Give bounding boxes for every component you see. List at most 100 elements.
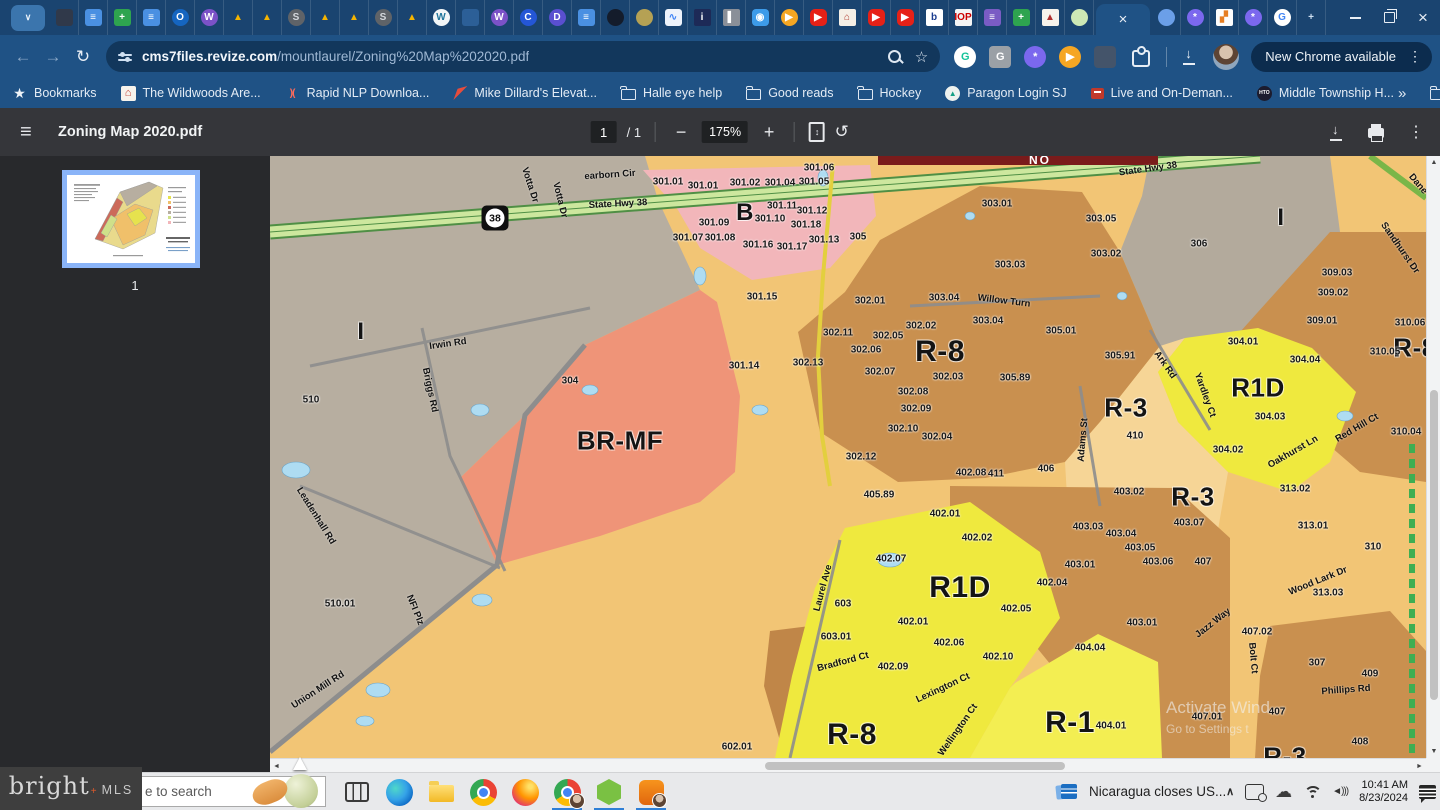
blank-tab[interactable]: [456, 0, 485, 35]
page-thumbnail[interactable]: [62, 170, 200, 268]
scroll-up-icon[interactable]: ▲: [1427, 156, 1440, 169]
bookmark-middle-township-h[interactable]: HTOMiddle Township H...: [1257, 86, 1394, 101]
youtube-icon[interactable]: ▶: [862, 0, 891, 35]
photo-app-icon[interactable]: ▞: [1210, 0, 1239, 35]
bookmark-good-reads[interactable]: Good reads: [746, 86, 833, 100]
scroll-left-icon[interactable]: ◄: [270, 759, 283, 773]
c-circle-icon[interactable]: C: [514, 0, 543, 35]
wifi-icon[interactable]: [1303, 785, 1321, 798]
bookmark-star-icon[interactable]: ☆: [915, 48, 928, 66]
minimize-button[interactable]: [1338, 0, 1372, 35]
firefox-button[interactable]: [504, 775, 546, 809]
all-bookmarks-button[interactable]: All Bookmarks: [1430, 86, 1440, 100]
google-icon[interactable]: G: [1268, 0, 1297, 35]
bookmark-mike-dillard-s-elevat[interactable]: Mike Dillard's Elevat...: [453, 86, 597, 100]
action-center-icon[interactable]: [1419, 785, 1436, 799]
zoom-out-button[interactable]: −: [670, 122, 692, 143]
drive-icon[interactable]: ▲: [398, 0, 427, 35]
horizontal-scrollbar[interactable]: ◄ ►: [270, 758, 1426, 772]
site-info-icon[interactable]: [118, 51, 132, 63]
chrome-button[interactable]: [462, 775, 504, 809]
file-explorer-button[interactable]: [420, 775, 462, 809]
bookmark-paragon-login-sj[interactable]: ▲Paragon Login SJ: [945, 86, 1066, 101]
drive-icon[interactable]: ▲: [311, 0, 340, 35]
doc-icon[interactable]: ≡: [79, 0, 108, 35]
youtube-icon[interactable]: ▶: [891, 0, 920, 35]
book-icon[interactable]: ▌: [717, 0, 746, 35]
pdf-print-icon[interactable]: [1368, 128, 1384, 138]
orange-profile-button[interactable]: [630, 775, 672, 809]
horizontal-scroll-thumb[interactable]: [765, 762, 1065, 770]
iop-icon[interactable]: IOP: [949, 0, 978, 35]
drive-icon[interactable]: ▲: [224, 0, 253, 35]
taskbar-clock[interactable]: 10:41 AM 8/23/2024: [1359, 779, 1408, 805]
back-button[interactable]: ←: [8, 42, 38, 72]
volume-icon[interactable]: ◄))): [1332, 786, 1348, 797]
g-box-icon[interactable]: G: [989, 46, 1011, 68]
active-tab[interactable]: ×: [1096, 4, 1150, 35]
doc-icon[interactable]: ≡: [137, 0, 166, 35]
onedrive-cloud-icon[interactable]: ☁: [1275, 782, 1292, 802]
address-bar[interactable]: cms7files.revize.com/mountlaurel/Zoning%…: [106, 41, 940, 72]
vertical-scroll-thumb[interactable]: [1430, 390, 1438, 700]
bookmark-bookmarks[interactable]: ★Bookmarks: [12, 86, 97, 101]
d-badge-icon[interactable]: D: [543, 0, 572, 35]
vertical-scrollbar[interactable]: ▲ ▼: [1426, 156, 1440, 758]
restore-button[interactable]: [1372, 0, 1406, 35]
bookmark-the-wildwoods-are[interactable]: ⌂The Wildwoods Are...: [121, 86, 261, 101]
info-icon[interactable]: i: [688, 0, 717, 35]
browser-menu-icon[interactable]: ⋮: [1404, 48, 1426, 65]
chrome-profile-button[interactable]: [546, 775, 588, 809]
tray-chevron-icon[interactable]: ∧: [1226, 785, 1234, 798]
page-number-input[interactable]: 1: [591, 121, 617, 143]
bookmark-live-and-on-deman[interactable]: Live and On-Deman...: [1091, 86, 1233, 100]
list-badge-icon[interactable]: ≡: [978, 0, 1007, 35]
task-view-button[interactable]: [336, 775, 378, 809]
dark-extension-icon[interactable]: [1094, 46, 1116, 68]
flower-extension-icon[interactable]: *: [1024, 46, 1046, 68]
reload-button[interactable]: ↻: [68, 42, 98, 72]
zoom-level[interactable]: 175%: [702, 121, 748, 143]
scroll-right-icon[interactable]: ►: [1413, 759, 1426, 773]
edge-button[interactable]: [378, 775, 420, 809]
s-circle-icon[interactable]: S: [282, 0, 311, 35]
chart-icon[interactable]: ∿: [659, 0, 688, 35]
home-app-icon[interactable]: ⌂: [833, 0, 862, 35]
pdf-more-icon[interactable]: ⋮: [1408, 122, 1424, 142]
ring-icon[interactable]: O: [166, 0, 195, 35]
doc-icon[interactable]: ≡: [572, 0, 601, 35]
search-icon[interactable]: [888, 50, 901, 63]
new-tab-button[interactable]: +: [1297, 0, 1326, 35]
wordpress-icon[interactable]: W: [427, 0, 456, 35]
green-cross-icon[interactable]: +: [1007, 0, 1036, 35]
hexagon-app-button[interactable]: [588, 775, 630, 809]
flower-icon[interactable]: *: [1239, 0, 1268, 35]
dark-app-icon[interactable]: [601, 0, 630, 35]
w-badge-icon[interactable]: W: [195, 0, 224, 35]
bookmark-halle-eye-help[interactable]: Halle eye help: [621, 86, 722, 100]
play-circle-icon[interactable]: ▶: [775, 0, 804, 35]
rotate-icon[interactable]: ↻: [835, 122, 849, 142]
pdf-download-icon[interactable]: [1328, 124, 1344, 141]
s-circle-icon[interactable]: S: [369, 0, 398, 35]
update-chrome-button[interactable]: New Chrome available ⋮: [1251, 42, 1432, 72]
grammarly-icon[interactable]: G: [954, 46, 976, 68]
downloads-icon[interactable]: [1181, 48, 1197, 65]
youtube-icon[interactable]: ▶: [804, 0, 833, 35]
bookmark-hockey[interactable]: Hockey: [858, 86, 922, 100]
globe-icon[interactable]: [1152, 0, 1181, 35]
green-circle-icon[interactable]: [1065, 0, 1094, 35]
photo-circle-icon[interactable]: [630, 0, 659, 35]
tab-search-chevron-icon[interactable]: ∨: [6, 0, 50, 35]
tab-close-icon[interactable]: ×: [1119, 11, 1128, 28]
drive-icon[interactable]: ▲: [340, 0, 369, 35]
bplus-icon[interactable]: b: [920, 0, 949, 35]
pdf-map-canvas[interactable]: BBR-MFR-8R-3R1DR-3R1DR-8R-1R-3IIR-8301.0…: [270, 156, 1426, 758]
forward-button[interactable]: →: [38, 42, 68, 72]
w-badge-icon[interactable]: W: [485, 0, 514, 35]
flower-icon[interactable]: *: [1181, 0, 1210, 35]
close-button[interactable]: ×: [1406, 0, 1440, 35]
scroll-down-icon[interactable]: ▼: [1427, 745, 1440, 758]
bookmarks-overflow-icon[interactable]: »: [1394, 85, 1410, 102]
extensions-puzzle-icon[interactable]: [1132, 50, 1150, 67]
